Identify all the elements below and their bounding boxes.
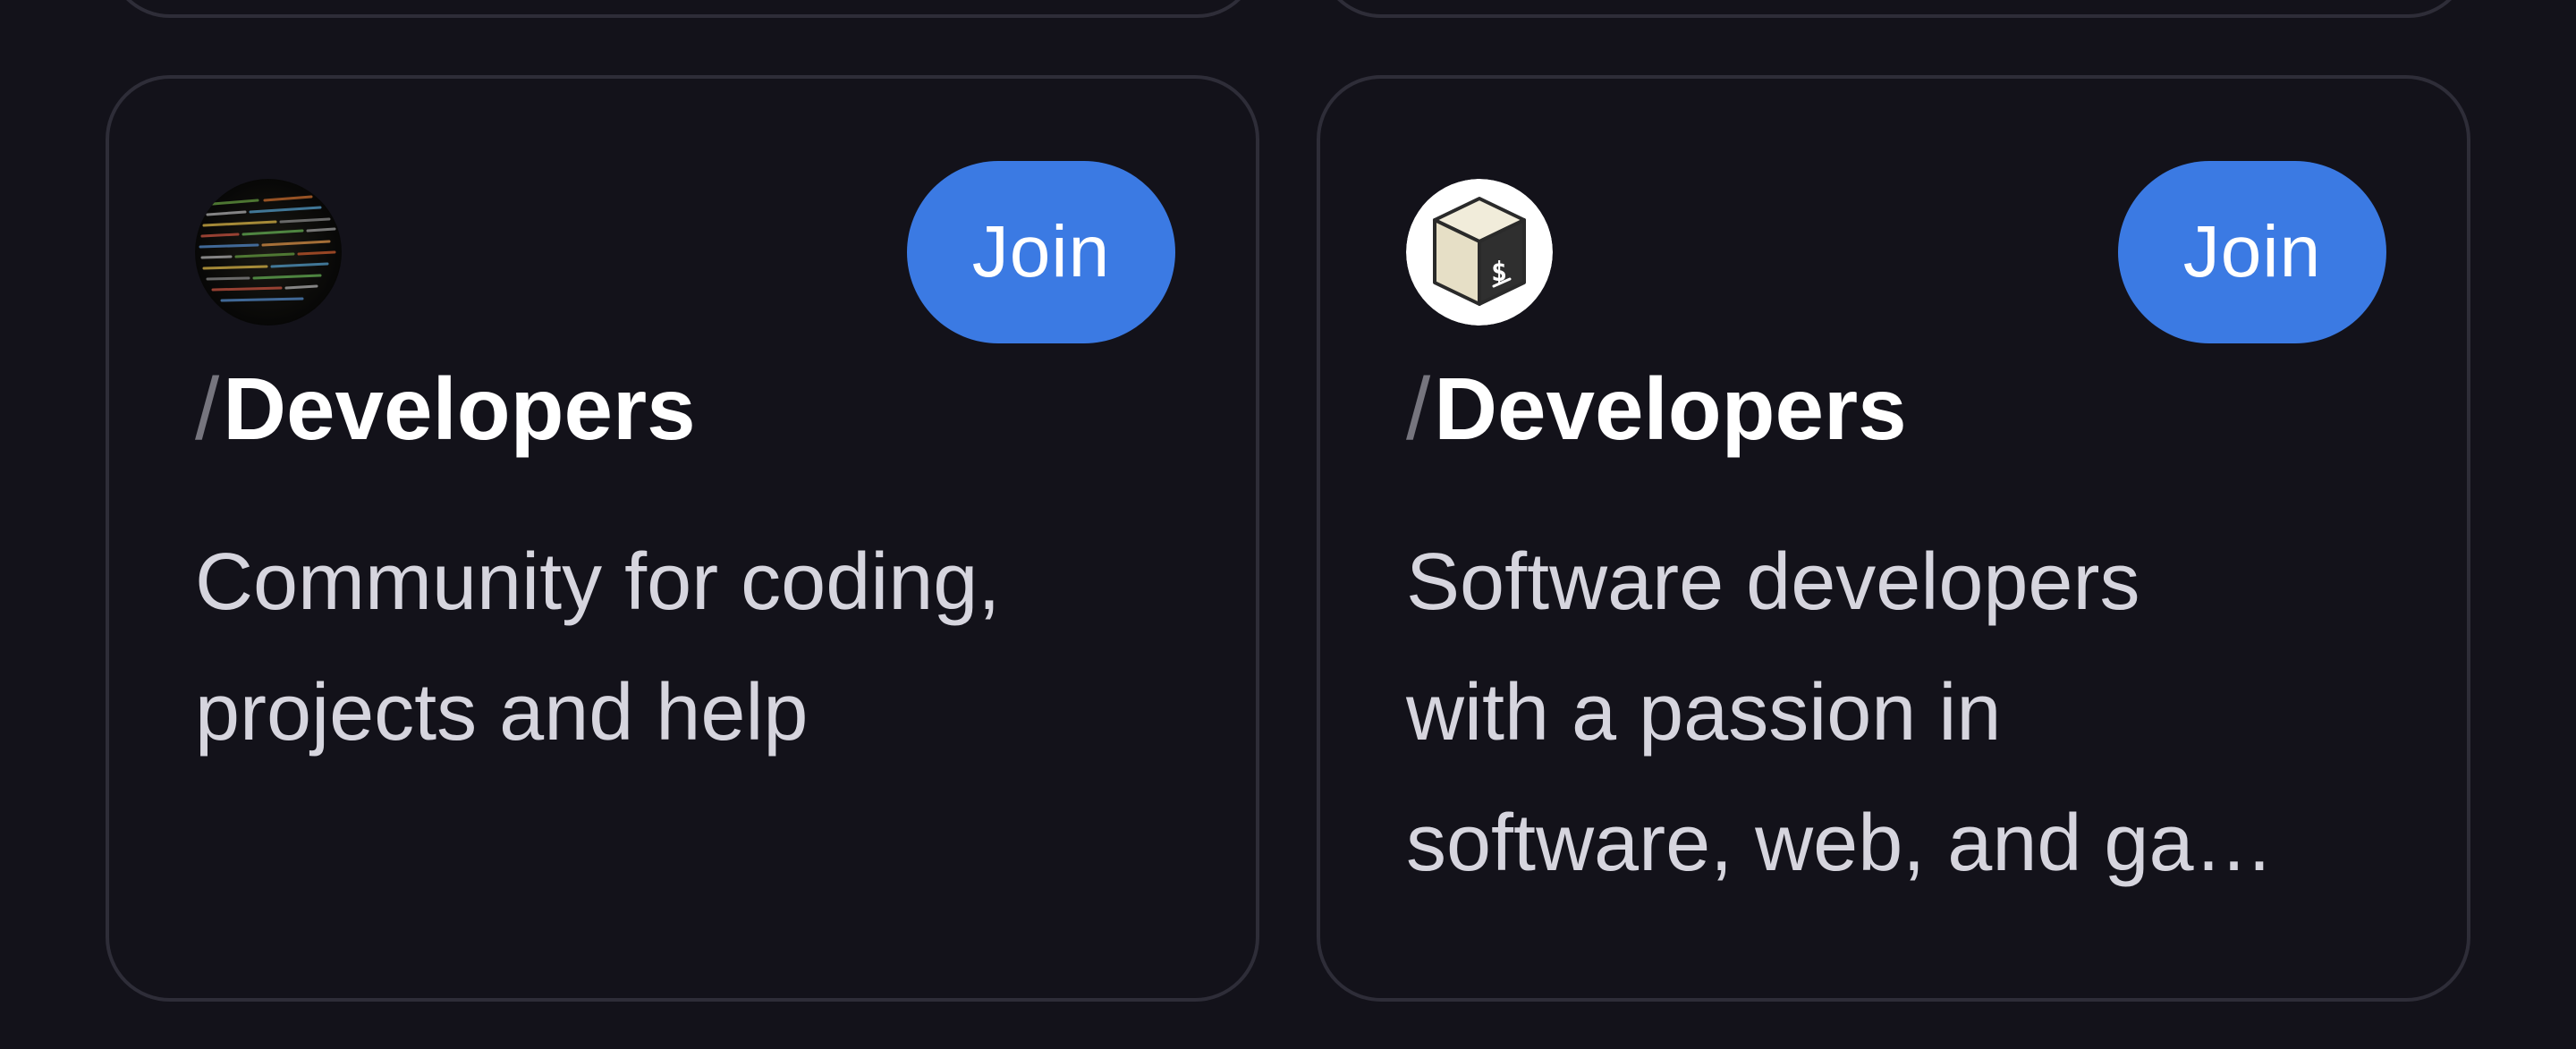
code-screen-avatar-icon [195,179,342,326]
community-card-partial[interactable] [1318,0,2470,18]
title-slash: / [1406,360,1431,458]
community-list: Join /Developers Community for coding, p… [0,0,2576,1049]
community-name: Developers [1434,360,1907,458]
description-line: projects and help [195,668,809,757]
description-line: with a passion in [1406,668,2002,757]
community-title[interactable]: /Developers [1406,365,1907,453]
title-slash: / [195,360,220,458]
community-description: Software developers with a passion in so… [1406,517,2408,909]
join-button[interactable]: Join [907,161,1175,343]
community-card[interactable]: $ Join /Developers Software developers w… [1317,75,2470,1002]
description-line: software, web, and ga… [1406,799,2275,888]
community-description: Community for coding, projects and help [195,517,1197,778]
community-title[interactable]: /Developers [195,365,696,453]
terminal-box-avatar-icon: $ [1406,179,1553,326]
community-card[interactable]: Join /Developers Community for coding, p… [106,75,1259,1002]
description-line: Community for coding, [195,537,1001,627]
community-card-partial[interactable] [107,0,1259,18]
community-name: Developers [223,360,696,458]
description-line: Software developers [1406,537,2140,627]
join-button[interactable]: Join [2118,161,2386,343]
